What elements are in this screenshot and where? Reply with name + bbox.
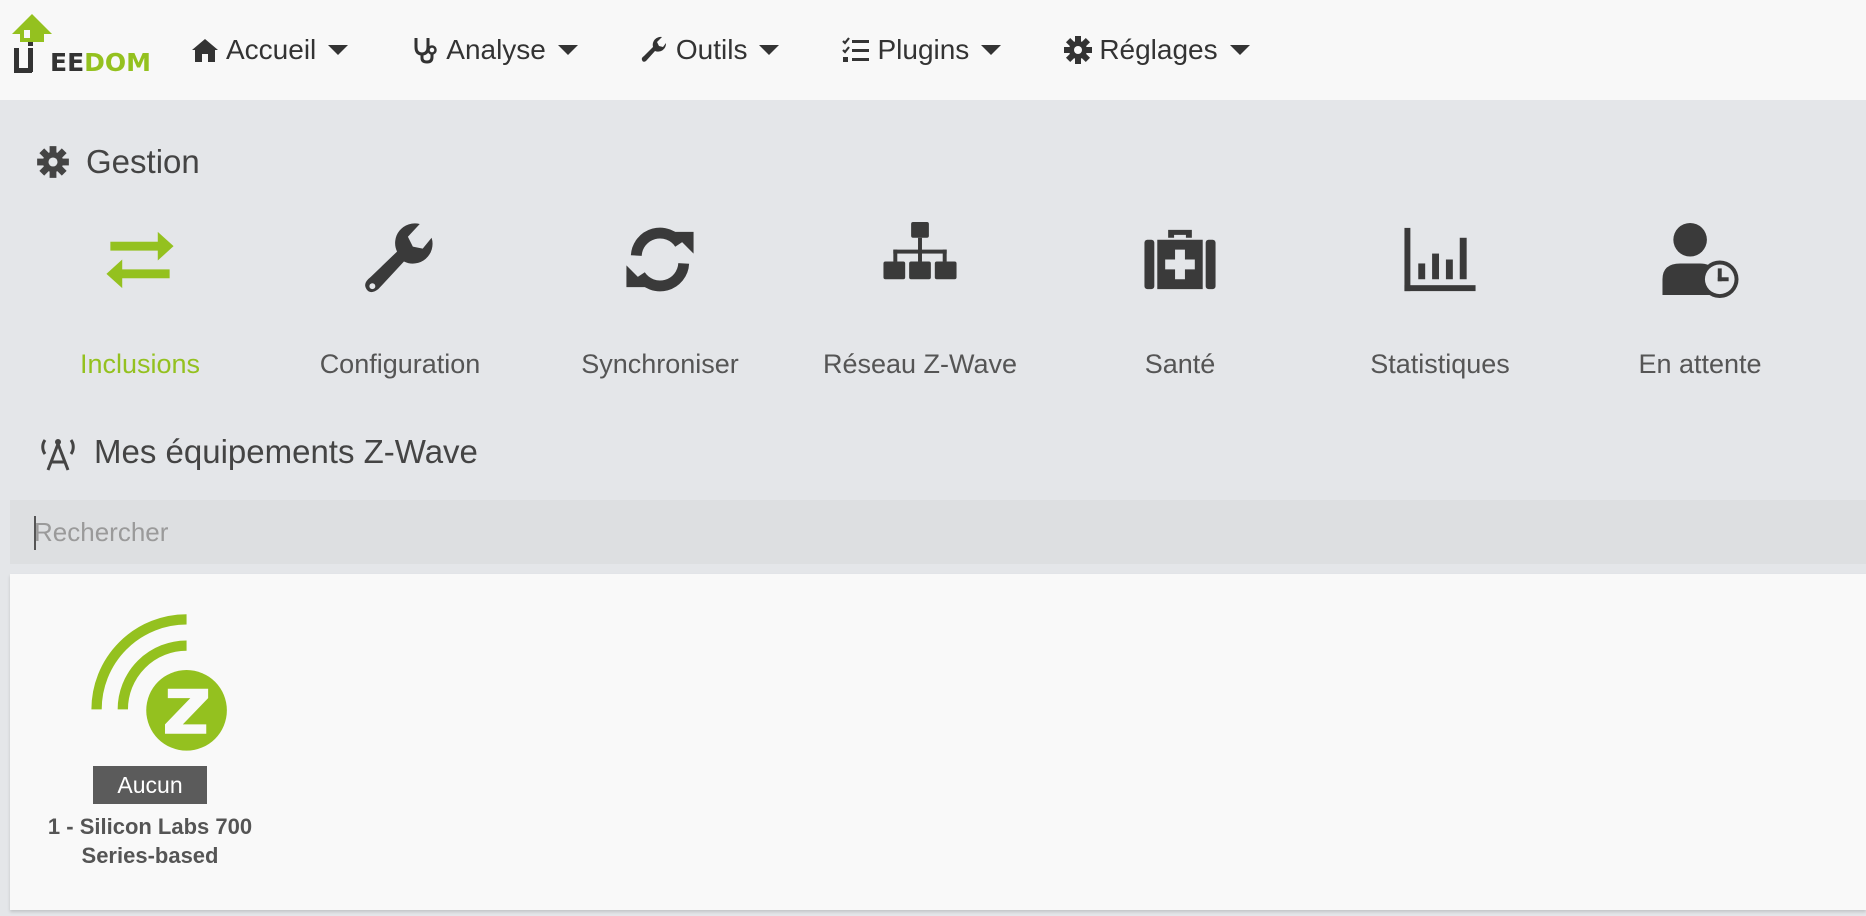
gear-icon bbox=[37, 146, 69, 178]
stethoscope-icon bbox=[414, 38, 438, 64]
card-synchroniser[interactable]: Synchroniser bbox=[550, 210, 770, 380]
card-en-attente[interactable]: En attente bbox=[1590, 210, 1810, 380]
zwave-antenna-icon bbox=[41, 439, 75, 471]
nav-label: Réglages bbox=[1099, 34, 1218, 65]
jeedom-logo[interactable]: EEDOM bbox=[10, 12, 152, 80]
search-input[interactable] bbox=[10, 500, 1866, 564]
chevron-down-icon bbox=[981, 45, 1002, 55]
nav-label: Analyse bbox=[446, 34, 546, 65]
nav-analyse[interactable]: Analyse bbox=[410, 0, 578, 100]
card-configuration[interactable]: Configuration bbox=[290, 210, 510, 380]
equipments-title-text: Mes équipements Z-Wave bbox=[94, 433, 478, 470]
network-tree-icon bbox=[883, 221, 957, 280]
nav-accueil[interactable]: Accueil bbox=[190, 0, 349, 100]
equipment-card[interactable]: Aucun 1 - Silicon Labs 700 Series-based bbox=[30, 610, 270, 870]
chevron-down-icon bbox=[1229, 45, 1250, 55]
user-clock-icon bbox=[1662, 222, 1739, 299]
equipment-name: 1 - Silicon Labs 700 Series-based bbox=[47, 814, 253, 868]
card-label: Statistiques bbox=[1370, 349, 1510, 379]
medkit-icon bbox=[1144, 229, 1216, 290]
gestion-title-text: Gestion bbox=[86, 143, 200, 180]
chevron-down-icon bbox=[328, 45, 349, 55]
nav-plugins[interactable]: Plugins bbox=[841, 0, 1002, 100]
home-icon bbox=[192, 39, 218, 62]
equipment-list: Aucun 1 - Silicon Labs 700 Series-based bbox=[10, 574, 1866, 910]
card-label: Réseau Z-Wave bbox=[822, 349, 1018, 379]
top-navbar: EEDOM Accueil Analyse Outils Plugins Rég… bbox=[0, 0, 1866, 100]
nav-menu: Accueil Analyse Outils Plugins Réglages bbox=[190, 0, 1312, 100]
card-sante[interactable]: Santé bbox=[1070, 210, 1290, 380]
gestion-title: Gestion bbox=[36, 143, 200, 181]
nav-label: Plugins bbox=[877, 34, 970, 65]
search-bar bbox=[10, 500, 1866, 564]
card-label: Synchroniser bbox=[581, 349, 739, 379]
card-label: En attente bbox=[1638, 349, 1762, 379]
logo-text: EEDOM bbox=[50, 48, 152, 77]
sync-icon bbox=[626, 227, 694, 292]
tasks-list-icon bbox=[842, 37, 870, 62]
chevron-down-icon bbox=[557, 45, 578, 55]
card-label: Configuration bbox=[319, 349, 481, 379]
card-label: Santé bbox=[1144, 349, 1216, 379]
nav-label: Outils bbox=[675, 34, 748, 65]
gear-icon bbox=[1064, 36, 1093, 64]
gestion-cards: Inclusions Configuration Synchroniser Ré… bbox=[10, 210, 1830, 380]
chevron-down-icon bbox=[759, 45, 780, 55]
wrench-icon bbox=[641, 36, 666, 62]
card-inclusions[interactable]: Inclusions bbox=[30, 210, 250, 380]
card-reseau-zwave[interactable]: Réseau Z-Wave bbox=[810, 210, 1030, 380]
text-cursor bbox=[34, 516, 36, 550]
equipments-title: Mes équipements Z-Wave bbox=[36, 432, 478, 472]
nav-label: Accueil bbox=[226, 34, 317, 65]
wrench-icon bbox=[365, 223, 433, 293]
card-statistiques[interactable]: Statistiques bbox=[1330, 210, 1550, 380]
nav-reglages[interactable]: Réglages bbox=[1063, 0, 1250, 100]
exchange-arrows-icon bbox=[106, 231, 174, 289]
nav-outils[interactable]: Outils bbox=[640, 0, 780, 100]
status-badge: Aucun bbox=[93, 766, 207, 804]
zwave-controller-icon bbox=[91, 614, 227, 751]
card-label: Inclusions bbox=[79, 349, 201, 379]
bar-chart-icon bbox=[1404, 227, 1476, 292]
